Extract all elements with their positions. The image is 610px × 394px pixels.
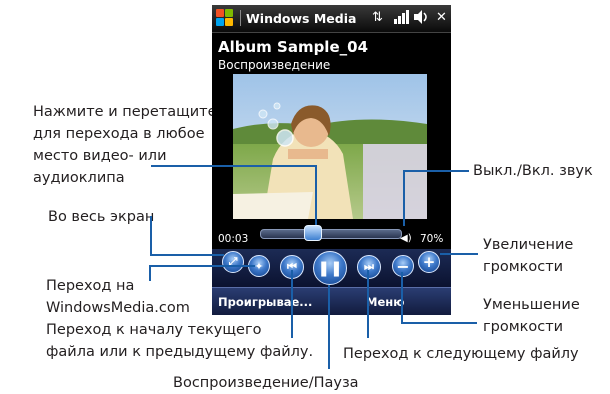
leader-next-v bbox=[367, 270, 369, 338]
leader-volume-up bbox=[440, 253, 478, 255]
callout-next: Переход к следующему файлу bbox=[343, 346, 579, 362]
callout-seek-hint: Нажмите и перетащите для перехода в любо… bbox=[33, 104, 217, 186]
connectivity-icon[interactable]: ⇅ bbox=[372, 10, 383, 26]
softkey-menu[interactable]: Меню bbox=[366, 295, 404, 309]
video-frame[interactable] bbox=[233, 74, 427, 219]
next-button[interactable]: ⏭ bbox=[357, 255, 381, 279]
leader-website-h bbox=[149, 265, 255, 267]
volume-down-button[interactable]: − bbox=[392, 255, 414, 277]
callout-play-pause: Воспроизведение/Пауза bbox=[173, 375, 359, 391]
callout-fullscreen: Во весь экран bbox=[48, 209, 155, 225]
leader-mute-v bbox=[403, 170, 405, 226]
media-player-screen: Windows Media ⇅ ✕ Album Sample_04 Воспро… bbox=[212, 5, 451, 315]
seek-slider-thumb[interactable] bbox=[304, 225, 322, 241]
signal-icon[interactable] bbox=[394, 10, 410, 29]
playback-status: Воспроизведение bbox=[218, 58, 331, 72]
volume-level: 70% bbox=[420, 233, 444, 245]
progress-area: 00:03 ◀) 70% bbox=[212, 221, 451, 249]
callout-volume-down: Уменьшение громкости bbox=[483, 297, 580, 335]
mute-icon[interactable]: ◀) bbox=[400, 233, 412, 244]
close-icon[interactable]: ✕ bbox=[436, 10, 447, 26]
title-separator bbox=[240, 10, 241, 26]
leader-fullscreen-h bbox=[150, 254, 224, 256]
windows-start-icon[interactable] bbox=[216, 9, 234, 27]
speaker-icon[interactable] bbox=[414, 10, 430, 29]
leader-previous-v bbox=[291, 270, 293, 338]
leader-volume-down-h bbox=[401, 322, 477, 324]
play-pause-button[interactable]: ❚❚ bbox=[313, 251, 347, 285]
softkey-player[interactable]: Проигрывае... bbox=[218, 295, 312, 309]
callout-mute: Выкл./Вкл. звук bbox=[473, 163, 593, 179]
soft-key-bar: Проигрывае... Меню bbox=[212, 287, 451, 315]
volume-up-button[interactable]: + bbox=[418, 251, 440, 273]
leader-seek bbox=[151, 165, 317, 167]
callout-previous: Переход к началу текущего файла или к пр… bbox=[46, 322, 314, 360]
callout-website: Переход на WindowsMedia.com bbox=[46, 278, 190, 316]
seek-bar[interactable] bbox=[260, 229, 402, 239]
app-title: Windows Media bbox=[246, 11, 357, 26]
leader-website bbox=[149, 265, 151, 281]
clip-title: Album Sample_04 bbox=[218, 38, 368, 56]
leader-play-v bbox=[328, 285, 330, 369]
leader-seek-v bbox=[315, 165, 317, 225]
control-bar: ⤢ ✦ ⏮ ❚❚ ⏭ − + bbox=[212, 249, 451, 287]
callout-volume-up: Увеличение громкости bbox=[483, 237, 574, 275]
title-bar: Windows Media ⇅ ✕ bbox=[212, 5, 451, 33]
leader-mute bbox=[403, 170, 469, 172]
current-time: 00:03 bbox=[218, 233, 249, 245]
leader-fullscreen bbox=[150, 216, 152, 256]
leader-volume-down-v bbox=[401, 272, 403, 324]
fullscreen-button[interactable]: ⤢ bbox=[222, 251, 244, 273]
